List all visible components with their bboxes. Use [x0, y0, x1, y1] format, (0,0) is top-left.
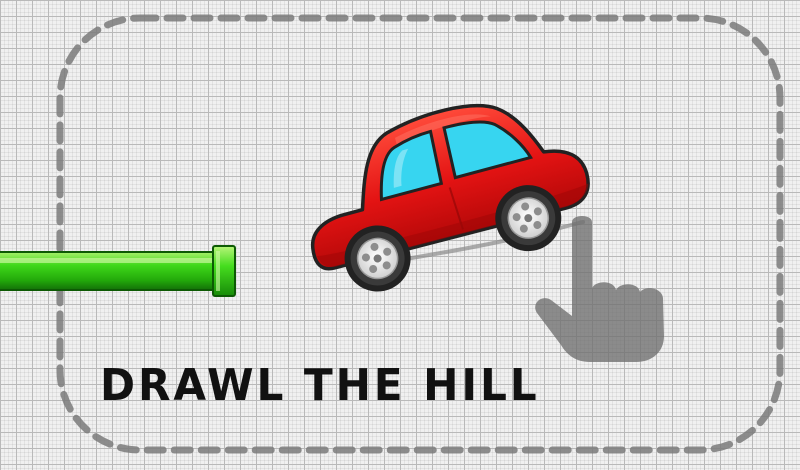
red-car: [310, 104, 590, 292]
instruction-text: DRAWL THE HILL: [100, 360, 540, 411]
green-pipe: [0, 245, 236, 297]
game-stage[interactable]: DRAWL THE HILL: [0, 0, 800, 470]
